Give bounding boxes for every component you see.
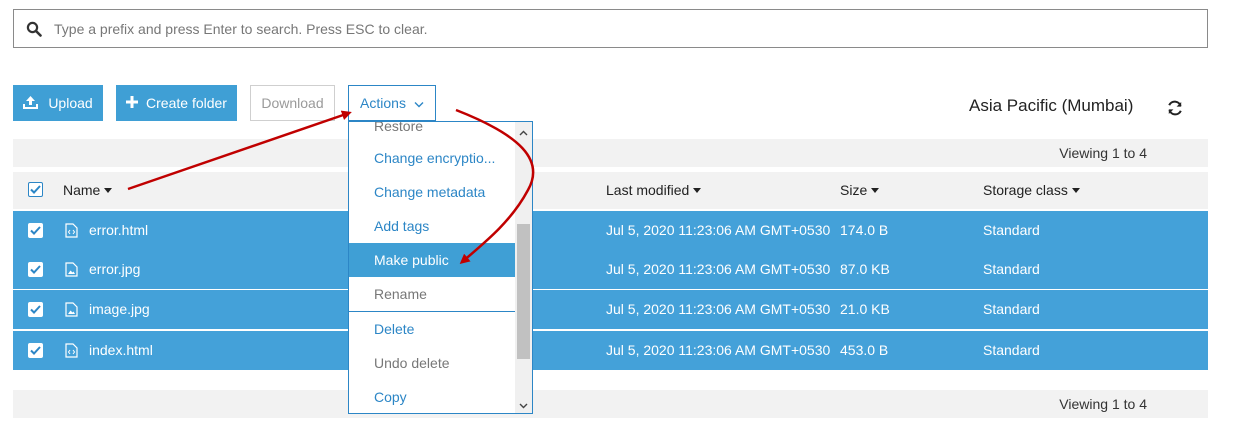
pagination-bar-top: Viewing 1 to 4 [13, 139, 1208, 167]
file-modified: Jul 5, 2020 11:23:06 AM GMT+0530 [606, 342, 831, 358]
file-name[interactable]: image.jpg [89, 301, 150, 317]
column-last-modified-label: Last modified [606, 182, 690, 198]
row-checkbox[interactable] [28, 343, 43, 358]
file-size: 453.0 B [840, 342, 889, 358]
row-checkbox[interactable] [28, 262, 43, 277]
file-storage-class: Standard [983, 222, 1040, 238]
search-icon [14, 21, 54, 37]
image-file-icon [65, 262, 78, 277]
table-row[interactable]: error.html Jul 5, 2020 11:23:06 AM GMT+0… [13, 211, 1208, 250]
table-row[interactable]: error.jpg Jul 5, 2020 11:23:06 AM GMT+05… [13, 250, 1208, 289]
file-name[interactable]: error.html [89, 222, 148, 238]
file-storage-class: Standard [983, 261, 1040, 277]
refresh-icon[interactable] [1166, 99, 1184, 117]
menu-item-change-metadata[interactable]: Change metadata [349, 175, 515, 209]
column-size[interactable]: Size [840, 182, 880, 198]
file-modified: Jul 5, 2020 11:23:06 AM GMT+0530 [606, 261, 831, 277]
chevron-down-icon[interactable] [518, 398, 529, 409]
upload-button[interactable]: Upload [13, 85, 103, 121]
create-folder-button[interactable]: Create folder [116, 85, 237, 121]
file-size: 21.0 KB [840, 301, 890, 317]
check-icon [30, 265, 41, 274]
row-checkbox[interactable] [28, 302, 43, 317]
search-bar[interactable] [13, 9, 1208, 48]
download-button[interactable]: Download [250, 85, 335, 121]
menu-item-add-tags[interactable]: Add tags [349, 209, 515, 243]
menu-item-change-encryption[interactable]: Change encryptio... [349, 141, 515, 175]
sort-caret-icon [104, 188, 113, 193]
column-name[interactable]: Name [63, 182, 113, 198]
check-icon [30, 305, 41, 314]
table-header: Name Last modified Size Storage class [13, 172, 1208, 209]
column-last-modified[interactable]: Last modified [606, 182, 702, 198]
actions-label: Actions [360, 95, 406, 111]
file-name[interactable]: error.jpg [89, 261, 140, 277]
file-storage-class: Standard [983, 342, 1040, 358]
viewing-count: Viewing 1 to 4 [1059, 396, 1147, 412]
upload-label: Upload [48, 95, 93, 111]
menu-item-undo-delete[interactable]: Undo delete [349, 346, 515, 380]
select-all-checkbox[interactable] [28, 182, 43, 197]
actions-button[interactable]: Actions [348, 85, 436, 121]
pagination-bar-bottom: Viewing 1 to 4 [13, 390, 1208, 418]
chevron-down-icon [414, 95, 424, 111]
column-size-label: Size [840, 182, 868, 198]
file-size: 174.0 B [840, 222, 889, 238]
upload-icon [23, 95, 39, 112]
column-storage-class[interactable]: Storage class [983, 182, 1080, 198]
table-row[interactable]: index.html Jul 5, 2020 11:23:06 AM GMT+0… [13, 331, 1208, 370]
table-row[interactable]: image.jpg Jul 5, 2020 11:23:06 AM GMT+05… [13, 290, 1208, 329]
column-name-label: Name [63, 182, 101, 198]
image-file-icon [65, 302, 78, 317]
create-folder-label: Create folder [146, 95, 227, 111]
file-size: 87.0 KB [840, 261, 890, 277]
menu-item-make-public[interactable]: Make public [349, 243, 515, 277]
sort-caret-icon [1071, 188, 1080, 193]
file-storage-class: Standard [983, 301, 1040, 317]
check-icon [30, 185, 41, 194]
check-icon [30, 226, 41, 235]
sort-caret-icon [871, 188, 880, 193]
menu-item-rename[interactable]: Rename [349, 277, 515, 311]
chevron-up-icon[interactable] [518, 126, 529, 137]
search-input[interactable] [54, 20, 1207, 37]
viewing-count: Viewing 1 to 4 [1059, 145, 1147, 161]
menu-item-copy[interactable]: Copy [349, 380, 515, 413]
menu-item-restore[interactable]: Restore [349, 122, 515, 143]
column-storage-class-label: Storage class [983, 182, 1068, 198]
scrollbar-thumb[interactable] [517, 224, 530, 359]
menu-item-delete[interactable]: Delete [349, 312, 515, 346]
actions-dropdown-menu[interactable]: Restore Change encryptio... Change metad… [348, 121, 533, 414]
sort-caret-icon [693, 188, 702, 193]
file-modified: Jul 5, 2020 11:23:06 AM GMT+0530 [606, 222, 831, 238]
file-modified: Jul 5, 2020 11:23:06 AM GMT+0530 [606, 301, 831, 317]
download-label: Download [261, 95, 324, 111]
plus-icon [126, 95, 139, 111]
code-file-icon [65, 343, 78, 358]
check-icon [30, 346, 41, 355]
region-label: Asia Pacific (Mumbai) [969, 96, 1134, 115]
code-file-icon [65, 223, 78, 238]
row-checkbox[interactable] [28, 223, 43, 238]
file-name[interactable]: index.html [89, 342, 153, 358]
menu-scrollbar[interactable] [515, 122, 532, 413]
